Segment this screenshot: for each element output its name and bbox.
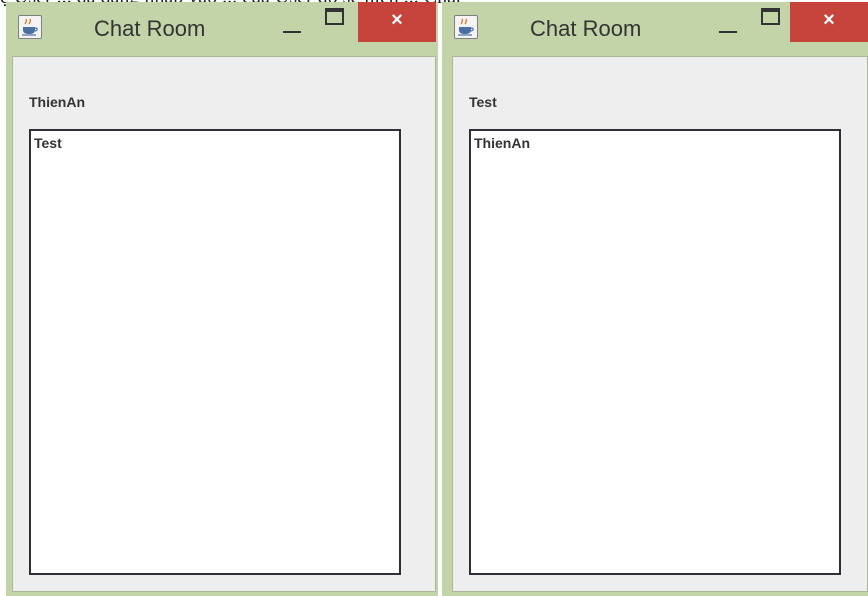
title-bar[interactable]: Chat Room × bbox=[442, 2, 868, 54]
chat-message-area[interactable]: ThienAn bbox=[469, 129, 841, 575]
chat-room-window-thienan: Chat Room × ThienAn Test bbox=[6, 2, 438, 596]
username-label: ThienAn bbox=[29, 94, 85, 110]
close-button[interactable]: × bbox=[358, 2, 436, 42]
username-label: Test bbox=[469, 94, 497, 110]
title-bar[interactable]: Chat Room × bbox=[6, 2, 438, 54]
chat-message-area[interactable]: Test bbox=[29, 129, 401, 575]
java-coffee-cup-icon[interactable] bbox=[454, 15, 478, 39]
minimize-icon[interactable] bbox=[716, 17, 740, 37]
chat-room-window-test: Chat Room × Test ThienAn bbox=[442, 2, 868, 596]
window-content: ThienAn Test bbox=[12, 56, 436, 592]
window-content: Test ThienAn bbox=[452, 56, 868, 592]
close-icon: × bbox=[391, 9, 403, 31]
maximize-icon[interactable] bbox=[322, 4, 346, 26]
close-icon: × bbox=[823, 9, 835, 31]
minimize-icon[interactable] bbox=[280, 17, 304, 37]
window-title: Chat Room bbox=[530, 16, 642, 41]
window-title: Chat Room bbox=[94, 16, 206, 41]
close-button[interactable]: × bbox=[790, 2, 868, 42]
java-coffee-cup-icon[interactable] bbox=[18, 15, 42, 39]
maximize-icon[interactable] bbox=[758, 4, 782, 26]
